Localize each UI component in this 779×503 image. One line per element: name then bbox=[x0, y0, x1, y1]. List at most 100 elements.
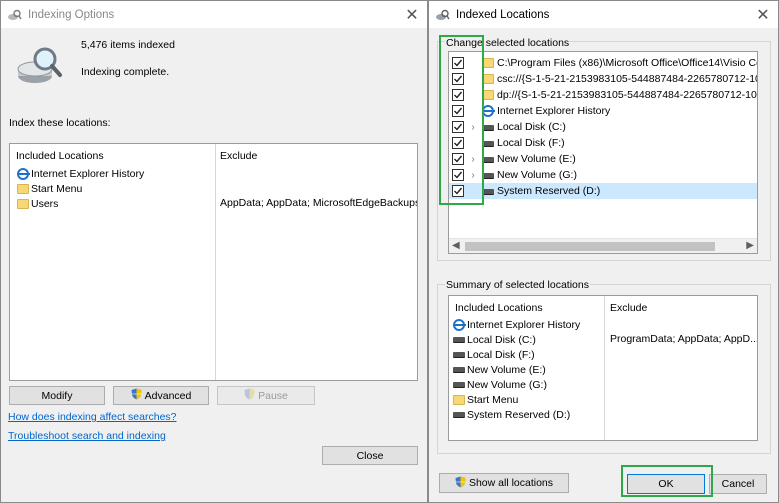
list-item-label: Internet Explorer History bbox=[31, 167, 145, 180]
drive-icon bbox=[481, 185, 494, 197]
summary-list[interactable]: Included Locations Exclude Internet Expl… bbox=[448, 295, 758, 441]
advanced-button[interactable]: Advanced bbox=[113, 386, 209, 405]
advanced-button-label: Advanced bbox=[144, 389, 192, 402]
indexing-options-window: Indexing Options ✕ 5,476 items indexed I… bbox=[0, 0, 428, 503]
folder-icon bbox=[481, 89, 494, 101]
folder-icon bbox=[481, 57, 494, 69]
list-item-start-menu[interactable]: Start Menu bbox=[16, 181, 82, 196]
summary-label: Summary of selected locations bbox=[445, 279, 590, 291]
location-checkbox[interactable] bbox=[452, 73, 464, 85]
scroll-right-icon[interactable]: ▶ bbox=[746, 240, 754, 251]
tree-item[interactable]: dp://{S-1-5-21-2153983105-544887484-2265… bbox=[449, 87, 758, 103]
drive-icon bbox=[481, 153, 494, 165]
location-checkbox[interactable] bbox=[452, 169, 464, 181]
tree-item-label: Local Disk (F:) bbox=[497, 137, 565, 149]
ok-button[interactable]: OK bbox=[627, 474, 705, 494]
pause-button[interactable]: Pause bbox=[217, 386, 315, 405]
list-item-label: Start Menu bbox=[31, 182, 83, 195]
indexed-locations-window: Indexed Locations ✕ Change selected loca… bbox=[428, 0, 779, 503]
drive-icon bbox=[452, 349, 465, 361]
summary-list-item[interactable]: New Volume (G:) bbox=[452, 377, 547, 392]
scroll-left-icon[interactable]: ◀ bbox=[452, 240, 460, 251]
index-these-locations-label: Index these locations: bbox=[9, 117, 111, 129]
tree-item-label: New Volume (E:) bbox=[497, 153, 576, 165]
summary-list-item[interactable]: System Reserved (D:) bbox=[452, 407, 570, 422]
how-indexing-affects-searches-link[interactable]: How does indexing affect searches? bbox=[8, 411, 177, 423]
chevron-right-icon[interactable]: › bbox=[467, 122, 479, 133]
summary-list-item[interactable]: Internet Explorer History bbox=[452, 317, 580, 332]
drive-icon bbox=[452, 364, 465, 376]
indexing-options-app-icon bbox=[8, 9, 22, 21]
tree-item[interactable]: System Reserved (D:) bbox=[449, 183, 757, 199]
indexing-options-titlebar[interactable]: Indexing Options ✕ bbox=[1, 1, 427, 28]
users-exclude-value: AppData; AppData; MicrosoftEdgeBackups bbox=[220, 197, 418, 209]
location-checkbox[interactable] bbox=[452, 105, 464, 117]
summary-list-item[interactable]: Start Menu bbox=[452, 392, 518, 407]
location-checkbox[interactable] bbox=[452, 121, 464, 133]
pause-button-label: Pause bbox=[258, 389, 288, 402]
tree-item[interactable]: › New Volume (G:) bbox=[449, 167, 577, 183]
tree-item[interactable]: › New Volume (E:) bbox=[449, 151, 576, 167]
indexing-status: Indexing complete. bbox=[81, 66, 170, 78]
show-all-locations-label: Show all locations bbox=[468, 477, 554, 489]
indexed-locations-titlebar[interactable]: Indexed Locations ✕ bbox=[429, 1, 778, 28]
location-checkbox[interactable] bbox=[452, 89, 464, 101]
location-checkbox[interactable] bbox=[452, 57, 464, 69]
summary-item-label: Internet Explorer History bbox=[467, 318, 581, 331]
horizontal-scrollbar[interactable]: ◀ ▶ bbox=[449, 238, 757, 253]
list-item-internet-explorer-history[interactable]: Internet Explorer History bbox=[16, 166, 144, 181]
summary-item-label: Local Disk (F:) bbox=[467, 348, 535, 361]
list-item-users[interactable]: Users bbox=[16, 196, 58, 211]
indexing-large-icon bbox=[17, 45, 63, 87]
folder-icon bbox=[16, 198, 29, 210]
tree-item-label: csc://{S-1-5-21-2153983105-544887484-226… bbox=[497, 73, 758, 85]
close-window-icon[interactable]: ✕ bbox=[397, 1, 427, 28]
drive-icon bbox=[481, 169, 494, 181]
tree-item[interactable]: csc://{S-1-5-21-2153983105-544887484-226… bbox=[449, 71, 758, 87]
summary-list-item[interactable]: Local Disk (F:) bbox=[452, 347, 535, 362]
uac-shield-icon bbox=[244, 388, 255, 403]
ie-icon bbox=[16, 167, 30, 180]
chevron-right-icon[interactable]: › bbox=[467, 154, 479, 165]
uac-shield-icon bbox=[131, 388, 142, 403]
close-button[interactable]: Close bbox=[322, 446, 418, 465]
close-window-icon[interactable]: ✕ bbox=[748, 1, 778, 28]
tree-item[interactable]: Local Disk (F:) bbox=[449, 135, 565, 151]
summary-item-label: System Reserved (D:) bbox=[467, 408, 571, 421]
summary-list-item[interactable]: New Volume (E:) bbox=[452, 362, 546, 377]
column-divider bbox=[215, 144, 216, 380]
summary-exclude-header: Exclude bbox=[610, 302, 648, 314]
tree-item-label: dp://{S-1-5-21-2153983105-544887484-2265… bbox=[497, 89, 758, 101]
column-divider bbox=[604, 296, 605, 440]
included-locations-list[interactable]: Included Locations Exclude Internet Expl… bbox=[9, 143, 418, 381]
ie-icon bbox=[452, 318, 466, 331]
troubleshoot-link[interactable]: Troubleshoot search and indexing bbox=[8, 430, 166, 442]
location-checkbox[interactable] bbox=[452, 153, 464, 165]
drive-icon bbox=[452, 379, 465, 391]
modify-button[interactable]: Modify bbox=[9, 386, 105, 405]
indexed-locations-app-icon bbox=[436, 9, 450, 21]
folder-icon bbox=[16, 183, 29, 195]
drive-icon bbox=[452, 334, 465, 346]
cancel-button[interactable]: Cancel bbox=[709, 474, 767, 494]
folder-icon bbox=[452, 394, 465, 406]
summary-item-label: New Volume (G:) bbox=[467, 378, 547, 391]
chevron-right-icon[interactable]: › bbox=[467, 170, 479, 181]
ie-icon bbox=[481, 105, 495, 117]
scrollbar-thumb[interactable] bbox=[465, 242, 715, 251]
location-checkbox[interactable] bbox=[452, 185, 464, 197]
locations-tree[interactable]: C:\Program Files (x86)\Microsoft Office\… bbox=[448, 51, 758, 254]
tree-item[interactable]: C:\Program Files (x86)\Microsoft Office\… bbox=[449, 55, 757, 71]
tree-item[interactable]: Internet Explorer History bbox=[449, 103, 610, 119]
summary-item-label: New Volume (E:) bbox=[467, 363, 546, 376]
summary-exclude-value: ProgramData; AppData; AppD... bbox=[610, 333, 758, 345]
change-selected-locations-label: Change selected locations bbox=[445, 37, 571, 49]
tree-item[interactable]: › Local Disk (C:) bbox=[449, 119, 566, 135]
summary-list-item[interactable]: Local Disk (C:) bbox=[452, 332, 536, 347]
show-all-locations-button[interactable]: Show all locations bbox=[439, 473, 569, 493]
list-item-label: Users bbox=[31, 197, 59, 210]
included-locations-header: Included Locations bbox=[16, 150, 104, 162]
summary-item-label: Local Disk (C:) bbox=[467, 333, 536, 346]
location-checkbox[interactable] bbox=[452, 137, 464, 149]
drive-icon bbox=[481, 121, 494, 133]
